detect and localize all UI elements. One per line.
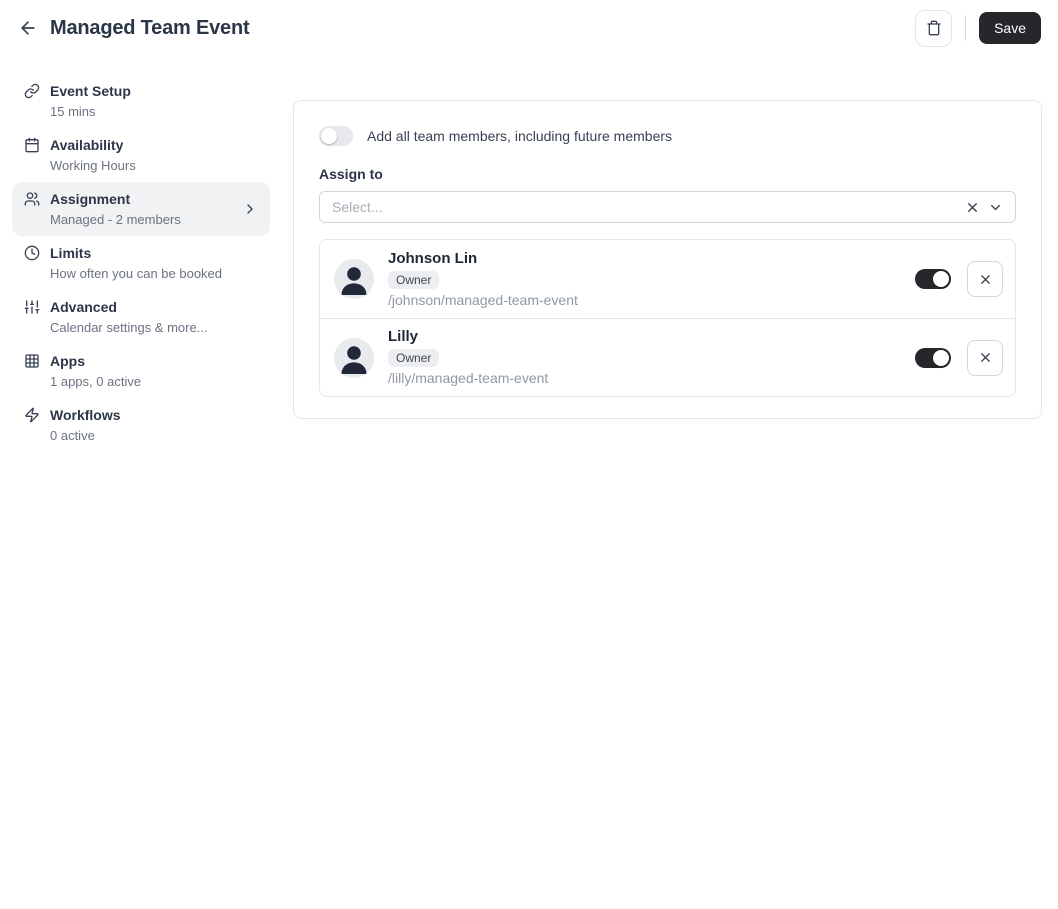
- delete-event-button[interactable]: [915, 9, 953, 47]
- assign-to-block: Assign to: [319, 164, 1016, 223]
- sliders-icon: [24, 299, 40, 315]
- sidebar-item-label: Availability: [50, 137, 124, 153]
- avatar: [334, 259, 374, 299]
- sidebar-item-advanced[interactable]: Advanced Calendar settings & more...: [12, 290, 270, 344]
- page-title: Managed Team Event: [50, 16, 250, 39]
- trash-icon: [926, 20, 942, 36]
- clear-selection-icon[interactable]: [965, 200, 980, 215]
- sidebar-item-workflows[interactable]: Workflows 0 active: [12, 398, 270, 452]
- sidebar-item-label: Advanced: [50, 299, 117, 315]
- close-icon: [978, 350, 993, 365]
- member-enabled-toggle[interactable]: [915, 269, 951, 289]
- sidebar-item-sub: 1 apps, 0 active: [50, 374, 142, 389]
- member-name: Lilly: [388, 328, 419, 345]
- sidebar-item-assignment[interactable]: Assignment Managed - 2 members: [12, 182, 270, 236]
- arrow-left-icon: [18, 18, 38, 38]
- member-controls: [915, 339, 1003, 376]
- header-divider: [965, 15, 967, 41]
- sidebar-item-sub: Managed - 2 members: [50, 212, 181, 227]
- member-name: Johnson Lin: [388, 249, 478, 267]
- sidebar-item-sub: 15 mins: [50, 104, 96, 119]
- calendar-icon: [24, 137, 40, 153]
- save-button[interactable]: Save: [979, 12, 1041, 44]
- add-all-members-label: Add all team members, including future m…: [367, 128, 673, 144]
- member-row: Lilly Owner /lilly/managed-team-event: [320, 318, 1015, 396]
- link-icon: [24, 83, 40, 99]
- assign-to-label: Assign to: [319, 166, 383, 182]
- toggle-knob: [321, 128, 337, 144]
- sidebar-item-sub: How often you can be booked: [50, 266, 223, 281]
- sidebar-item-apps[interactable]: Apps 1 apps, 0 active: [12, 344, 270, 398]
- close-icon: [978, 272, 993, 287]
- sidebar-item-sub: 0 active: [50, 428, 95, 443]
- member-info: Johnson Lin Owner /johnson/managed-team-…: [388, 250, 578, 309]
- add-all-members-row: Add all team members, including future m…: [319, 126, 1016, 146]
- add-all-members-toggle[interactable]: [319, 126, 353, 146]
- member-row: Johnson Lin Owner /johnson/managed-team-…: [320, 240, 1015, 318]
- remove-member-button[interactable]: [967, 261, 1003, 297]
- sidebar-item-label: Workflows: [50, 407, 121, 423]
- member-role-badge: Owner: [388, 349, 440, 367]
- sidebar-item-label: Limits: [50, 245, 92, 261]
- clock-icon: [24, 245, 40, 261]
- grid-icon: [24, 353, 40, 369]
- assign-to-select[interactable]: [319, 191, 1016, 223]
- back-button[interactable]: [17, 17, 39, 39]
- member-controls: [915, 261, 1003, 297]
- member-info: Lilly Owner /lilly/managed-team-event: [388, 328, 548, 387]
- assigned-members-list: Johnson Lin Owner /johnson/managed-team-…: [319, 239, 1016, 397]
- zap-icon: [24, 407, 40, 423]
- sidebar-item-label: Apps: [50, 353, 85, 369]
- sidebar-item-sub: Working Hours: [50, 158, 136, 173]
- event-settings-sidebar: Event Setup 15 mins Availability Working…: [12, 74, 270, 452]
- avatar: [334, 337, 374, 378]
- sidebar-item-event-setup[interactable]: Event Setup 15 mins: [12, 74, 270, 128]
- member-event-url: /lilly/managed-team-event: [388, 370, 549, 386]
- header: Managed Team Event Save: [0, 0, 1058, 56]
- header-actions: Save: [915, 9, 1041, 47]
- member-enabled-toggle[interactable]: [915, 347, 951, 368]
- chevron-down-icon[interactable]: [988, 200, 1003, 215]
- chevron-right-icon: [242, 201, 258, 217]
- sidebar-item-label: Event Setup: [50, 83, 131, 99]
- assignment-panel: Add all team members, including future m…: [293, 100, 1042, 419]
- toggle-knob: [933, 271, 949, 287]
- toggle-knob: [933, 349, 949, 366]
- sidebar-item-availability[interactable]: Availability Working Hours: [12, 128, 270, 182]
- sidebar-item-sub: Calendar settings & more...: [50, 320, 208, 335]
- sidebar-item-label: Assignment: [50, 191, 131, 207]
- member-role-badge: Owner: [388, 270, 440, 289]
- assign-to-select-input[interactable]: [332, 199, 965, 215]
- sidebar-item-limits[interactable]: Limits How often you can be booked: [12, 236, 270, 290]
- users-icon: [24, 191, 40, 207]
- member-event-url: /johnson/managed-team-event: [388, 291, 578, 308]
- remove-member-button[interactable]: [967, 339, 1003, 376]
